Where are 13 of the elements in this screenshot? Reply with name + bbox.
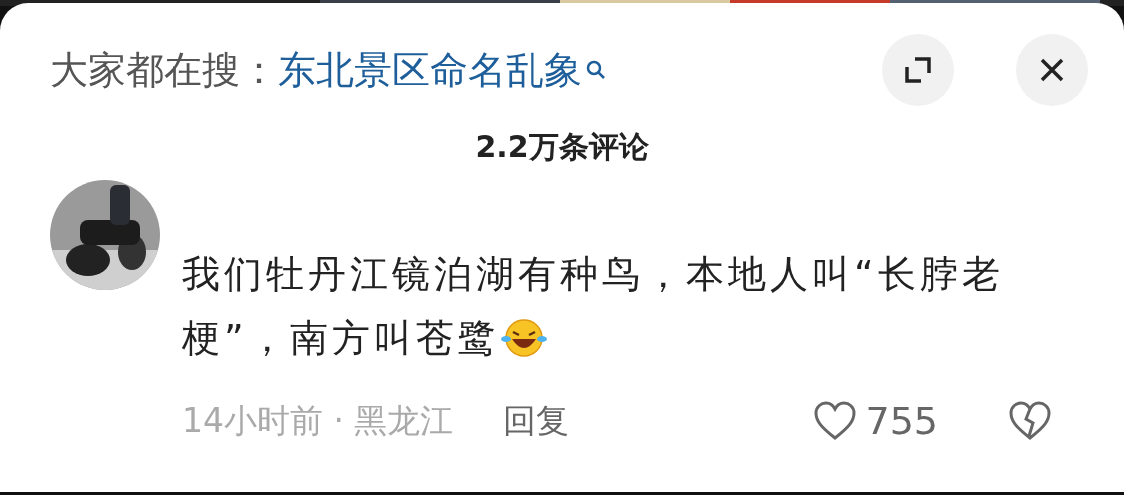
search-icon[interactable] [586,60,606,80]
trending-label: 大家都在搜： [50,46,278,94]
like-count: 755 [865,399,938,443]
reply-link[interactable]: 回复 [503,398,570,444]
heart-icon[interactable] [813,401,858,441]
search-link[interactable]: 东北景区命名乱象 [278,44,582,96]
comment-text: 我们牡丹江镜泊湖有种鸟，本地人叫“长脖老梗”，南方叫苍鹭 [182,251,1005,362]
broken-heart-icon[interactable] [1008,401,1052,441]
collapse-icon [903,55,933,85]
close-icon [1039,57,1065,83]
laughing-emoji-icon [499,317,548,357]
comment-meta: 14小时前 · 黑龙江 [182,399,454,442]
comments-title: 2.2万条评论 [474,128,650,166]
